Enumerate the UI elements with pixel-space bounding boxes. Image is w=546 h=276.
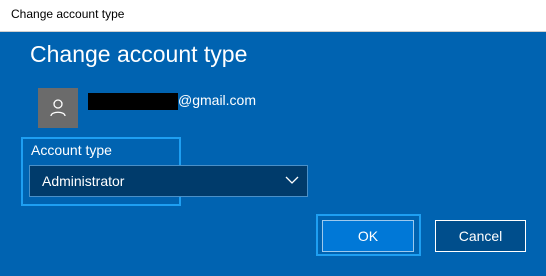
cancel-button[interactable]: Cancel — [435, 220, 526, 252]
account-type-selected-value: Administrator — [42, 173, 125, 189]
account-type-label: Account type — [31, 142, 112, 158]
window-title: Change account type — [11, 7, 125, 21]
chevron-down-icon — [285, 176, 299, 184]
change-account-type-window: Change account type Change account type … — [0, 0, 546, 276]
dialog-content: Change account type @gmail.com Account t… — [0, 32, 546, 276]
ok-button[interactable]: OK — [322, 220, 414, 252]
user-icon — [50, 99, 66, 117]
account-type-dropdown[interactable]: Administrator — [29, 165, 308, 197]
account-email: @gmail.com — [178, 92, 257, 108]
dialog-heading: Change account type — [30, 41, 248, 67]
email-redaction — [88, 93, 178, 110]
avatar — [38, 88, 78, 128]
title-bar: Change account type — [0, 0, 546, 32]
